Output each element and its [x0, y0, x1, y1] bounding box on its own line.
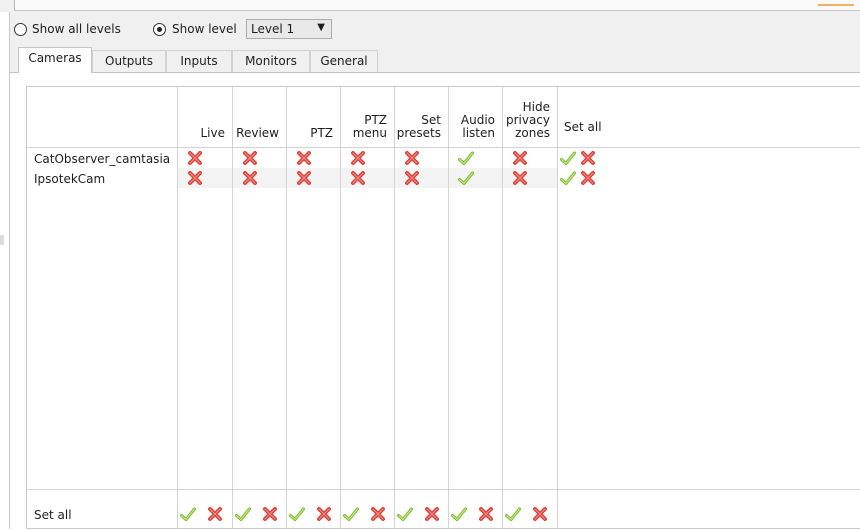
- cross-icon[interactable]: [242, 150, 258, 166]
- column-set-all-deny-icon[interactable]: [478, 506, 494, 522]
- column-divider: [394, 87, 395, 529]
- column-set-all-allow-icon[interactable]: [235, 506, 251, 522]
- column-set-all-allow-icon[interactable]: [397, 506, 413, 522]
- show-level-radio[interactable]: [153, 23, 166, 36]
- cross-icon[interactable]: [404, 170, 420, 186]
- top-strip: [0, 0, 860, 12]
- cross-icon[interactable]: [296, 150, 312, 166]
- camera-row-label: IpsotekCam: [34, 172, 106, 186]
- cross-icon[interactable]: [187, 150, 203, 166]
- column-divider: [448, 87, 449, 529]
- column-header-line: Live: [200, 126, 225, 140]
- show-level-label[interactable]: Show level: [172, 22, 237, 36]
- header-divider: [27, 147, 860, 148]
- column-set-all-allow-icon[interactable]: [343, 506, 359, 522]
- column-set-all-allow-icon[interactable]: [505, 506, 521, 522]
- column-divider: [286, 87, 287, 529]
- cross-icon[interactable]: [242, 170, 258, 186]
- tab-bar: Cameras Outputs Inputs Monitors General: [10, 47, 860, 73]
- cross-icon[interactable]: [350, 150, 366, 166]
- column-header: Live: [179, 127, 225, 140]
- column-header-line: presets: [396, 126, 441, 140]
- chevron-down-icon: ▼: [317, 22, 325, 33]
- column-set-all-allow-icon[interactable]: [451, 506, 467, 522]
- column-header: Set presets: [396, 114, 441, 140]
- level-dropdown-value: Level 1: [251, 22, 295, 36]
- permissions-table: Live Review PTZ PTZ menu Set presets Audio liste…: [26, 86, 860, 529]
- cross-icon[interactable]: [187, 170, 203, 186]
- row-stripe: [177, 168, 557, 188]
- cross-icon[interactable]: [512, 150, 528, 166]
- level-dropdown[interactable]: Level 1 ▼: [246, 19, 332, 39]
- tab-monitors[interactable]: Monitors: [232, 50, 310, 72]
- set-all-divider: [27, 489, 860, 490]
- column-set-all-deny-icon[interactable]: [532, 506, 548, 522]
- column-set-all-deny-icon[interactable]: [316, 506, 332, 522]
- column-set-all-deny-icon[interactable]: [424, 506, 440, 522]
- column-header-line: zones: [515, 126, 550, 140]
- column-header-line: listen: [462, 126, 495, 140]
- column-header-line: menu: [352, 126, 387, 140]
- column-header-line: Review: [236, 126, 279, 140]
- column-divider: [557, 87, 558, 529]
- column-divider: [340, 87, 341, 529]
- column-header: Hide privacy zones: [504, 101, 550, 140]
- row-set-all-deny-icon[interactable]: [580, 150, 596, 166]
- column-header: PTZ menu: [342, 114, 387, 140]
- column-divider: [502, 87, 503, 529]
- row-set-all-allow-icon[interactable]: [560, 170, 576, 186]
- column-header: PTZ: [288, 127, 333, 140]
- set-all-column-header: Set all: [564, 120, 602, 134]
- camera-row-label: CatObserver_camtasia: [34, 152, 171, 166]
- cross-icon[interactable]: [350, 170, 366, 186]
- column-divider: [177, 87, 178, 529]
- column-set-all-allow-icon[interactable]: [289, 506, 305, 522]
- row-set-all-deny-icon[interactable]: [580, 170, 596, 186]
- cross-icon[interactable]: [404, 150, 420, 166]
- cross-icon[interactable]: [512, 170, 528, 186]
- column-header: Audio listen: [450, 114, 495, 140]
- row-set-all-allow-icon[interactable]: [560, 150, 576, 166]
- column-divider: [232, 87, 233, 529]
- tab-inputs[interactable]: Inputs: [166, 50, 232, 72]
- set-all-row-label: Set all: [34, 508, 72, 522]
- show-all-levels-label[interactable]: Show all levels: [32, 22, 121, 36]
- column-set-all-deny-icon[interactable]: [262, 506, 278, 522]
- tab-general[interactable]: General: [310, 50, 378, 72]
- checkmark-icon[interactable]: [458, 170, 474, 186]
- column-header-line: PTZ: [310, 126, 333, 140]
- cross-icon[interactable]: [296, 170, 312, 186]
- checkmark-icon[interactable]: [458, 150, 474, 166]
- column-set-all-deny-icon[interactable]: [207, 506, 223, 522]
- show-all-levels-radio[interactable]: [14, 23, 27, 36]
- tab-cameras[interactable]: Cameras: [18, 47, 92, 73]
- level-filter-bar: Show all levels Show level Level 1 ▼: [10, 12, 860, 47]
- column-set-all-deny-icon[interactable]: [370, 506, 386, 522]
- tab-outputs[interactable]: Outputs: [92, 50, 166, 72]
- column-set-all-allow-icon[interactable]: [180, 506, 196, 522]
- splitter-handle[interactable]: [0, 235, 4, 245]
- column-header: Review: [234, 127, 279, 140]
